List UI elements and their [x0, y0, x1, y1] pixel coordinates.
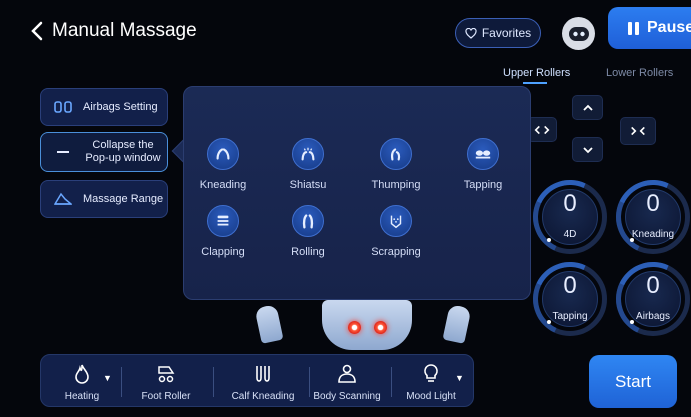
tapping-icon	[467, 138, 499, 170]
move-up-button[interactable]	[572, 95, 603, 120]
heat-indicator-right	[374, 321, 387, 334]
technique-scrapping[interactable]: Scrapping	[361, 205, 431, 258]
narrow-button[interactable]	[620, 117, 656, 145]
tab-upper-rollers[interactable]: Upper Rollers	[503, 67, 570, 79]
shiatsu-icon	[292, 138, 324, 170]
foot-roller-icon	[158, 366, 175, 383]
massage-range-icon	[53, 192, 73, 206]
kneading-icon	[207, 138, 239, 170]
technique-label: Clapping	[201, 246, 245, 258]
dial-label: Tapping	[552, 311, 588, 322]
favorites-label: Favorites	[481, 26, 532, 40]
heart-icon	[465, 27, 477, 39]
dial-airbags[interactable]: 0 Airbags	[605, 251, 691, 347]
body-scanning-button[interactable]: Body Scanning	[313, 355, 381, 408]
pause-icon	[628, 21, 639, 35]
scrapping-icon	[380, 205, 412, 237]
widen-button[interactable]	[527, 117, 557, 142]
robot-avatar-button[interactable]	[562, 17, 595, 50]
start-label: Start	[615, 371, 651, 391]
calf-kneading-button[interactable]: Calf Kneading	[223, 355, 303, 408]
chevron-down-icon	[582, 146, 593, 153]
dial-value: 0	[646, 272, 660, 299]
person-scan-icon	[338, 364, 356, 383]
technique-shiatsu[interactable]: Shiatsu	[273, 138, 343, 191]
technique-tapping[interactable]: Tapping	[448, 138, 518, 191]
mood-light-button[interactable]: Mood Light	[401, 355, 461, 408]
airbags-icon	[53, 101, 73, 113]
massage-range-button[interactable]: Massage Range	[40, 180, 168, 218]
tab-lower-rollers[interactable]: Lower Rollers	[606, 67, 673, 79]
mood-light-label: Mood Light	[406, 391, 456, 402]
technique-rolling[interactable]: Rolling	[273, 205, 343, 258]
technique-label: Thumping	[371, 179, 421, 191]
minus-icon	[53, 150, 73, 154]
body-scanning-label: Body Scanning	[313, 391, 381, 402]
foot-roller-button[interactable]: Foot Roller	[133, 355, 199, 408]
technique-label: Rolling	[291, 246, 325, 258]
back-button[interactable]: Manual Massage	[30, 20, 197, 42]
rolling-icon	[292, 205, 324, 237]
heating-label: Heating	[64, 391, 100, 402]
dial-label: Kneading	[631, 229, 675, 240]
dial-label: 4D	[563, 229, 577, 240]
technique-kneading[interactable]: Kneading	[188, 138, 258, 191]
dial-value: 0	[646, 190, 660, 217]
thumping-icon	[380, 138, 412, 170]
expand-horizontal-icon	[534, 125, 550, 134]
collapse-popup-button[interactable]: Collapse the Pop-up window	[40, 132, 168, 172]
active-tab-indicator	[523, 82, 547, 84]
technique-thumping[interactable]: Thumping	[361, 138, 431, 191]
start-button[interactable]: Start	[589, 355, 677, 408]
collapse-popup-label: Collapse the Pop-up window	[85, 139, 161, 164]
dial-kneading[interactable]: 0 Kneading	[605, 169, 691, 265]
favorites-button[interactable]: Favorites	[455, 18, 541, 48]
technique-label: Scrapping	[371, 246, 421, 258]
heating-button[interactable]: Heating	[55, 355, 109, 408]
calf-kneading-label: Calf Kneading	[231, 391, 295, 402]
pause-label: Pause	[647, 19, 691, 36]
technique-label: Shiatsu	[289, 179, 327, 191]
technique-clapping[interactable]: Clapping	[188, 205, 258, 258]
airbags-setting-label: Airbags Setting	[83, 101, 158, 113]
technique-label: Kneading	[199, 179, 247, 191]
foot-roller-label: Foot Roller	[141, 391, 191, 402]
heating-dropdown-caret[interactable]: ▼	[103, 373, 112, 383]
dial-4d[interactable]: 0 4D	[522, 169, 618, 265]
heat-indicator-left	[348, 321, 361, 334]
technique-label: Tapping	[463, 179, 503, 191]
dial-tapping[interactable]: 0 Tapping	[522, 251, 618, 347]
chevron-up-icon	[582, 104, 593, 111]
airbags-setting-button[interactable]: Airbags Setting	[40, 88, 168, 126]
technique-popup	[183, 86, 531, 300]
calf-kneading-icon	[256, 366, 270, 382]
robot-icon	[568, 26, 589, 41]
dial-label: Airbags	[636, 311, 670, 322]
chevron-left-icon	[31, 21, 43, 41]
page-title: Manual Massage	[52, 20, 197, 41]
body-figure	[250, 300, 480, 350]
clapping-icon	[207, 205, 239, 237]
pause-button[interactable]: Pause	[608, 7, 691, 49]
dial-value: 0	[563, 190, 577, 217]
massage-range-label: Massage Range	[83, 193, 164, 205]
dial-value: 0	[563, 272, 577, 299]
lightbulb-icon	[424, 364, 438, 382]
mood-light-dropdown-caret[interactable]: ▼	[455, 373, 464, 383]
flame-icon	[75, 364, 89, 384]
collapse-horizontal-icon	[631, 126, 645, 136]
bottom-control-bar: Heating ▼ Foot Roller Calf Kneading Body…	[40, 354, 474, 407]
move-down-button[interactable]	[572, 137, 603, 162]
